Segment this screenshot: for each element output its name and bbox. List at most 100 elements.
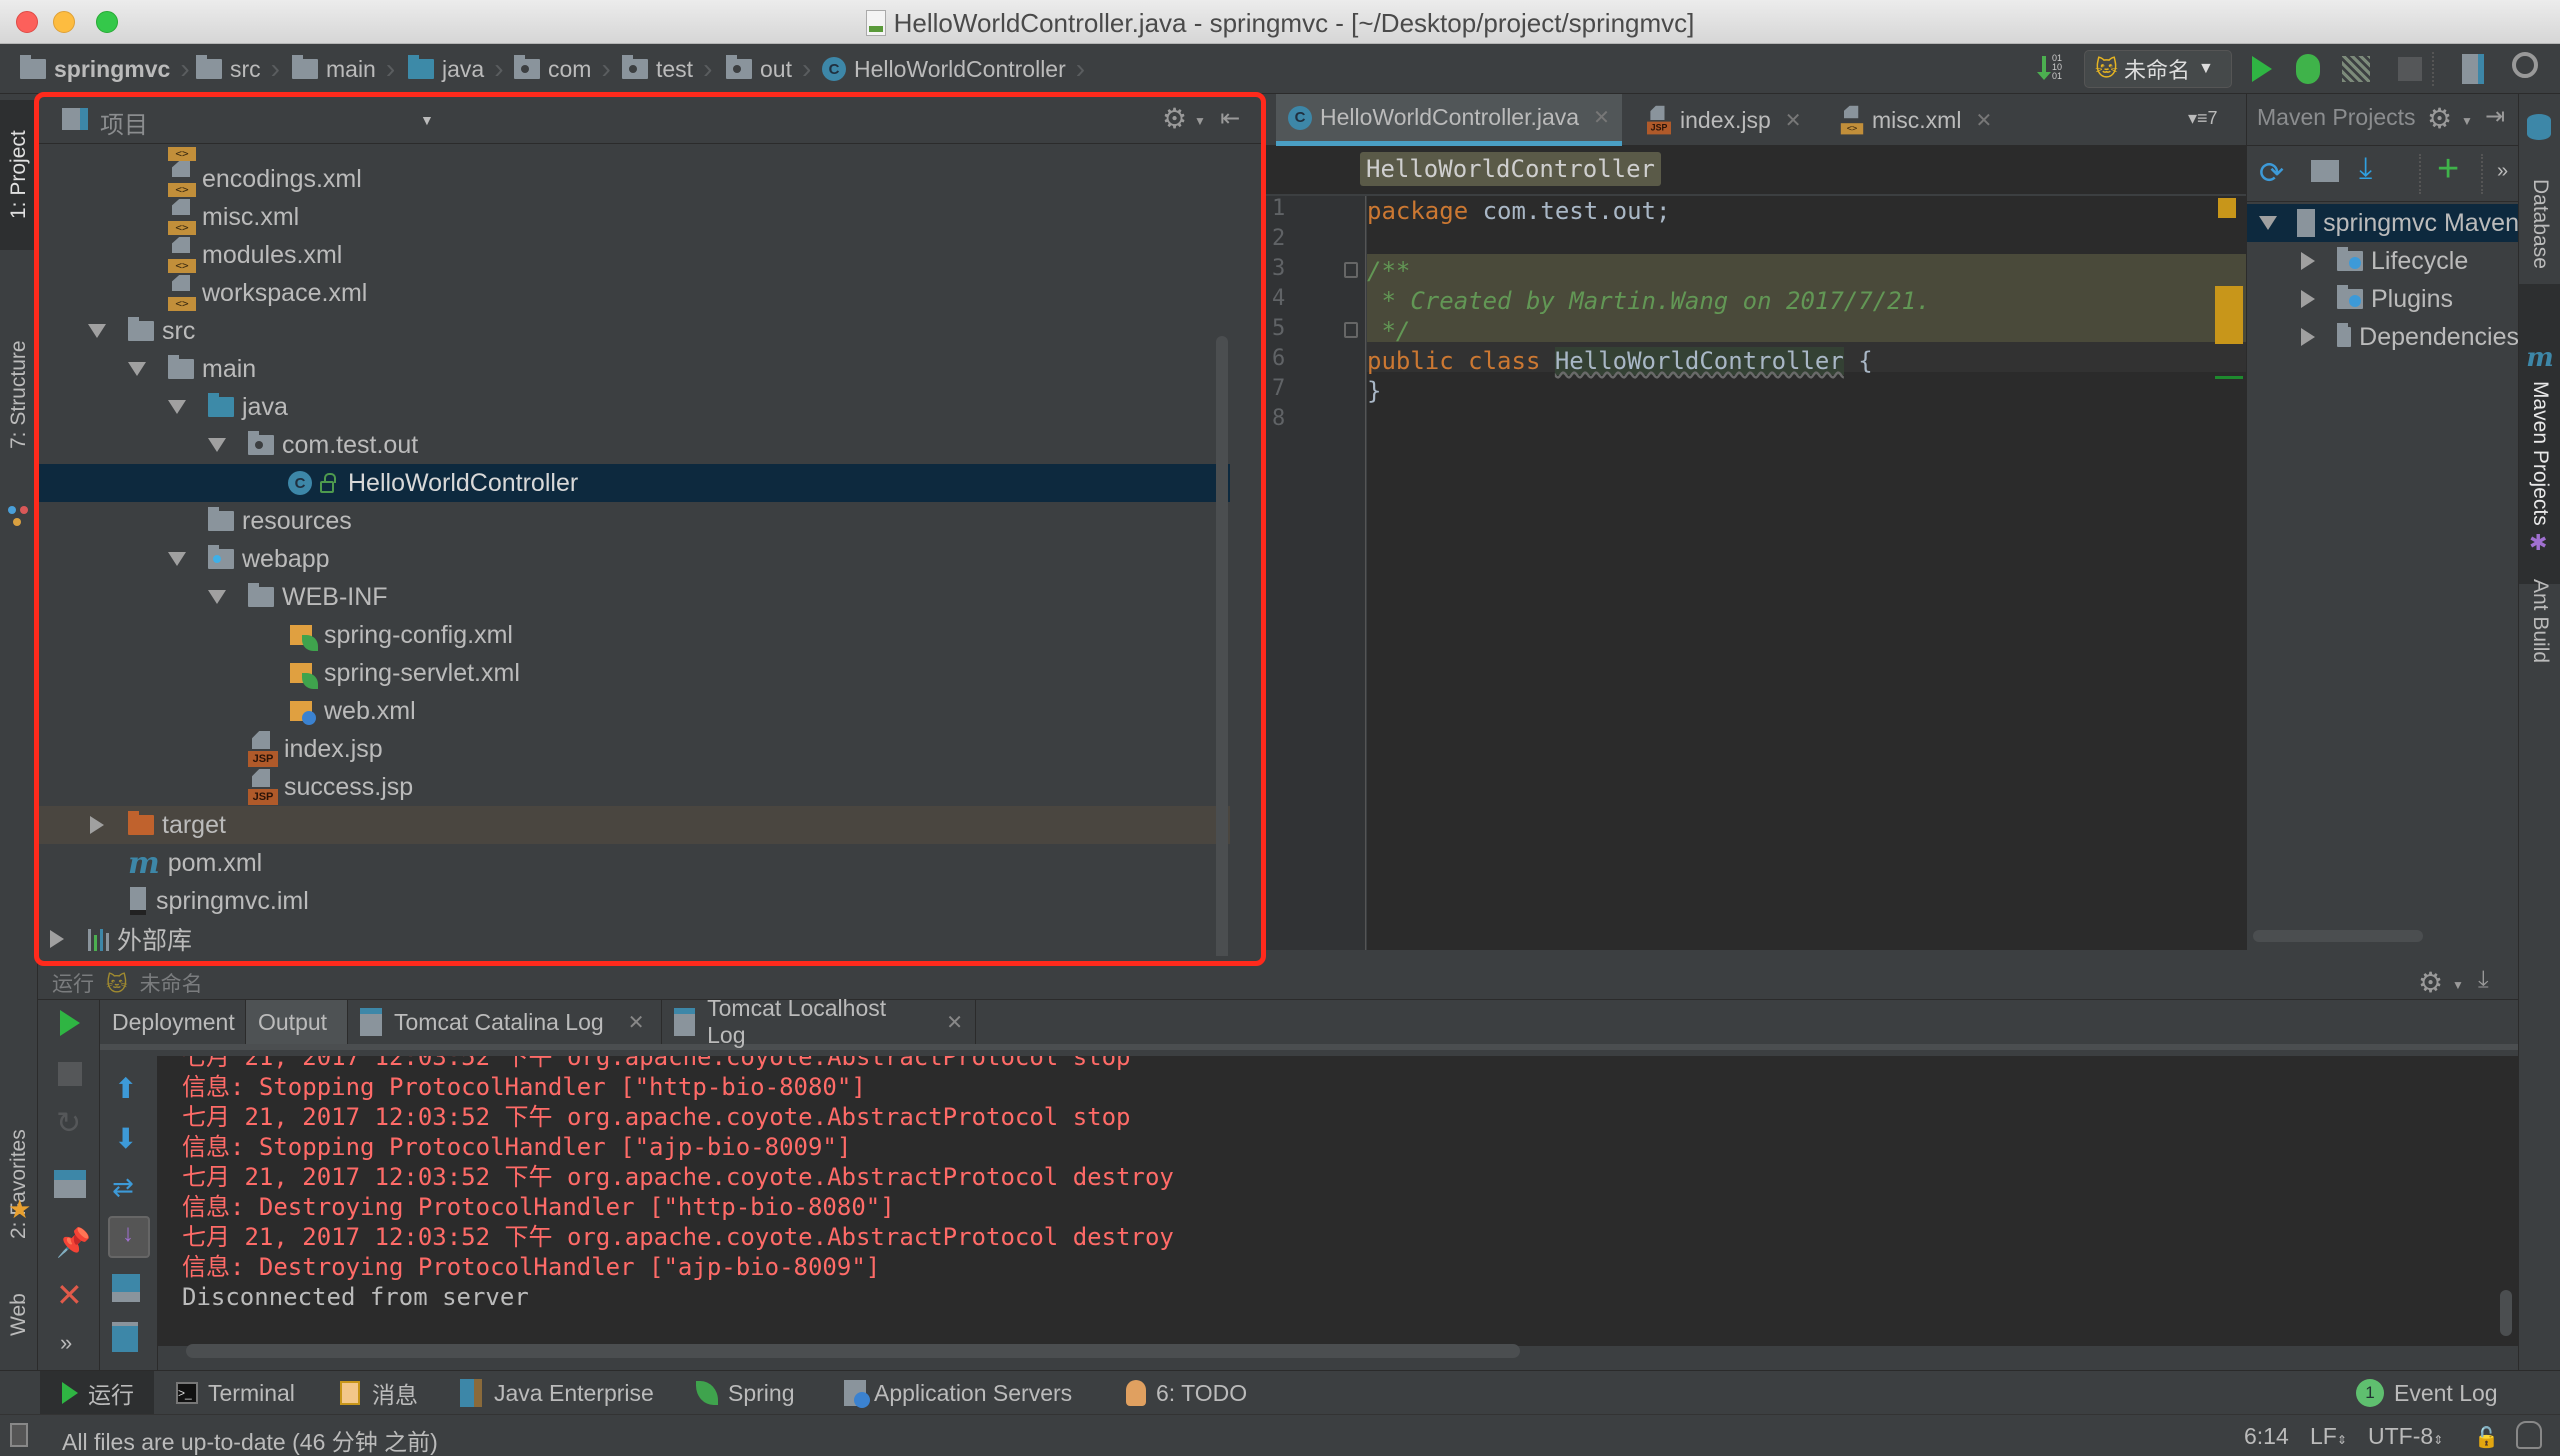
crumb-java[interactable]: java › [408, 53, 504, 84]
maven-item-lifecycle[interactable]: Lifecycle [2247, 242, 2519, 280]
tab-index-jsp[interactable]: index.jsp ✕ [1632, 94, 1822, 146]
tree-item-package[interactable]: com.test.out [38, 426, 1230, 464]
download-icon[interactable]: ⤓ [2359, 152, 2372, 186]
project-structure-icon[interactable] [2462, 54, 2484, 84]
clear-all-icon[interactable] [112, 1322, 138, 1352]
tree-item-index-jsp[interactable]: index.jsp [38, 730, 1230, 768]
add-maven-project-icon[interactable]: + [2437, 148, 2459, 191]
debug-icon[interactable] [2296, 54, 2320, 84]
console-hscrollbar[interactable] [186, 1344, 1520, 1358]
tree-item-web-xml[interactable]: web.xml [38, 692, 1230, 730]
generate-sources-icon[interactable] [2311, 160, 2339, 182]
tree-item-modules-xml[interactable]: modules.xml [38, 236, 1230, 274]
collapsed-arrow-icon[interactable] [2301, 290, 2315, 308]
expanded-arrow-icon[interactable] [2259, 216, 2277, 230]
scroll-down-icon[interactable]: ⬇ [114, 1122, 137, 1155]
expanded-arrow-icon[interactable] [88, 324, 106, 338]
gear-dropdown-icon[interactable]: ▼ [1194, 114, 1206, 128]
close-tab-icon[interactable]: ✕ [628, 1010, 645, 1035]
tool-window-spring[interactable]: Spring [696, 1371, 794, 1415]
tab-project[interactable]: 1: Project [0, 100, 38, 250]
gear-icon[interactable]: ⚙ [2427, 102, 2452, 135]
collapsed-arrow-icon[interactable] [90, 816, 104, 834]
tree-item-helloworldcontroller[interactable]: C HelloWorldController [38, 464, 1230, 502]
crumb-test[interactable]: test › [622, 53, 712, 84]
tab-database[interactable]: Database [2519, 144, 2560, 304]
tree-item-src[interactable]: src [38, 312, 1230, 350]
tree-item-spring-servlet-xml[interactable]: spring-servlet.xml [38, 654, 1230, 692]
tab-ant-build[interactable]: Ant Build [2519, 556, 2560, 686]
tree-item-pom-xml[interactable]: m pom.xml [38, 844, 1230, 882]
soft-wrap-icon[interactable]: ⇄ [112, 1172, 134, 1203]
scroll-to-end-toggle[interactable]: ↓ [108, 1216, 150, 1258]
collapsed-arrow-icon[interactable] [2301, 252, 2315, 270]
tool-window-messages[interactable]: 消息 [340, 1371, 418, 1415]
gear-dropdown-icon[interactable]: ▼ [2452, 978, 2464, 992]
gear-icon[interactable]: ⚙ [1162, 102, 1187, 135]
print-icon[interactable] [112, 1274, 140, 1302]
crumb-class[interactable]: C HelloWorldController › [822, 53, 1085, 84]
update-icon[interactable]: ↻ [56, 1106, 81, 1141]
crumb-src[interactable]: src › [196, 53, 280, 84]
minimize-panel-icon[interactable]: ⤓ [2478, 966, 2489, 994]
crumb-com[interactable]: com › [514, 53, 611, 84]
pin-icon[interactable]: 📌 [56, 1226, 91, 1259]
maven-item-plugins[interactable]: Plugins [2247, 280, 2519, 318]
run-configuration-select[interactable]: 🐱 未命名 ▼ [2084, 50, 2232, 88]
code-editor[interactable]: package com.test.out; /** * Created by M… [1367, 196, 2247, 950]
tree-item-spring-config-xml[interactable]: spring-config.xml [38, 616, 1230, 654]
expanded-arrow-icon[interactable] [168, 552, 186, 566]
tree-item-web-inf[interactable]: WEB-INF [38, 578, 1230, 616]
crumb-springmvc[interactable]: springmvc › [20, 53, 190, 84]
stop-icon[interactable] [2398, 57, 2422, 81]
close-tab-icon[interactable]: ✕ [1593, 105, 1610, 130]
tree-item-webapp[interactable]: webapp [38, 540, 1230, 578]
tree-item-resources[interactable]: resources [38, 502, 1230, 540]
tree-item-workspace-xml[interactable]: workspace.xml [38, 274, 1230, 312]
unlocked-icon[interactable]: 🔓 [2474, 1425, 2499, 1450]
hide-panel-icon[interactable]: ⇤ [1220, 104, 1240, 133]
stop-icon[interactable] [58, 1062, 82, 1086]
gear-dropdown-icon[interactable]: ▼ [2461, 114, 2473, 128]
run-tab-output[interactable]: Output [246, 1000, 348, 1044]
more-actions-icon[interactable]: » [60, 1330, 72, 1356]
tree-item-java[interactable]: java [38, 388, 1230, 426]
tool-window-java-enterprise[interactable]: Java Enterprise [460, 1371, 654, 1415]
encoding-select[interactable]: UTF-8⇕ [2368, 1423, 2443, 1450]
crumb-main[interactable]: main › [292, 53, 395, 84]
layout-icon[interactable] [54, 1170, 86, 1198]
maven-hscrollbar[interactable] [2253, 930, 2423, 942]
run-tab-deployment[interactable]: Deployment [100, 1000, 246, 1044]
tab-helloworldcontroller-java[interactable]: C HelloWorldController.java ✕ [1276, 94, 1622, 146]
maven-item-dependencies[interactable]: Dependencies [2247, 318, 2519, 356]
event-log-button[interactable]: 1 Event Log [2356, 1371, 2498, 1415]
project-tree-scrollbar[interactable] [1216, 336, 1228, 956]
tool-window-todo[interactable]: 6: TODO [1126, 1371, 1247, 1415]
warning-marker[interactable] [2218, 198, 2236, 218]
tab-structure[interactable]: 7: Structure [0, 280, 38, 510]
inspector-icon[interactable] [2516, 1421, 2542, 1449]
project-view-label[interactable]: 项目 [100, 105, 148, 140]
fold-end-icon[interactable] [1344, 322, 1358, 338]
close-tab-icon[interactable]: ✕ [1975, 108, 1992, 133]
tab-overflow-button[interactable]: ▾≡7 [2188, 108, 2218, 129]
search-everywhere-icon[interactable] [2512, 52, 2538, 78]
view-select-chevron-icon[interactable]: ▼ [420, 112, 434, 128]
reimport-icon[interactable]: ⟳ [2259, 156, 2284, 191]
tree-item-main[interactable]: main [38, 350, 1230, 388]
run-tab-localhost-log[interactable]: Tomcat Localhost Log ✕ [662, 995, 976, 1048]
editor-breadcrumb[interactable]: HelloWorldController [1360, 152, 1661, 186]
caret-position[interactable]: 6:14 [2244, 1423, 2289, 1450]
close-run-icon[interactable]: ✕ [56, 1276, 83, 1314]
run-icon[interactable] [2252, 56, 2272, 82]
tool-window-application-servers[interactable]: Application Servers [844, 1371, 1072, 1415]
expanded-arrow-icon[interactable] [128, 362, 146, 376]
console-vscrollbar[interactable] [2500, 1290, 2512, 1336]
build-project-icon[interactable]: 01 10 01 [2037, 54, 2070, 84]
console-output[interactable]: 七月 21, 2017 12:03:52 下午 org.apache.coyot… [158, 1056, 2518, 1346]
collapsed-arrow-icon[interactable] [50, 930, 64, 948]
tool-window-run[interactable]: 运行 [40, 1371, 154, 1415]
line-separator-select[interactable]: LF⇕ [2310, 1423, 2347, 1450]
tab-web[interactable]: Web [0, 1260, 38, 1370]
collapsed-arrow-icon[interactable] [2301, 328, 2315, 346]
